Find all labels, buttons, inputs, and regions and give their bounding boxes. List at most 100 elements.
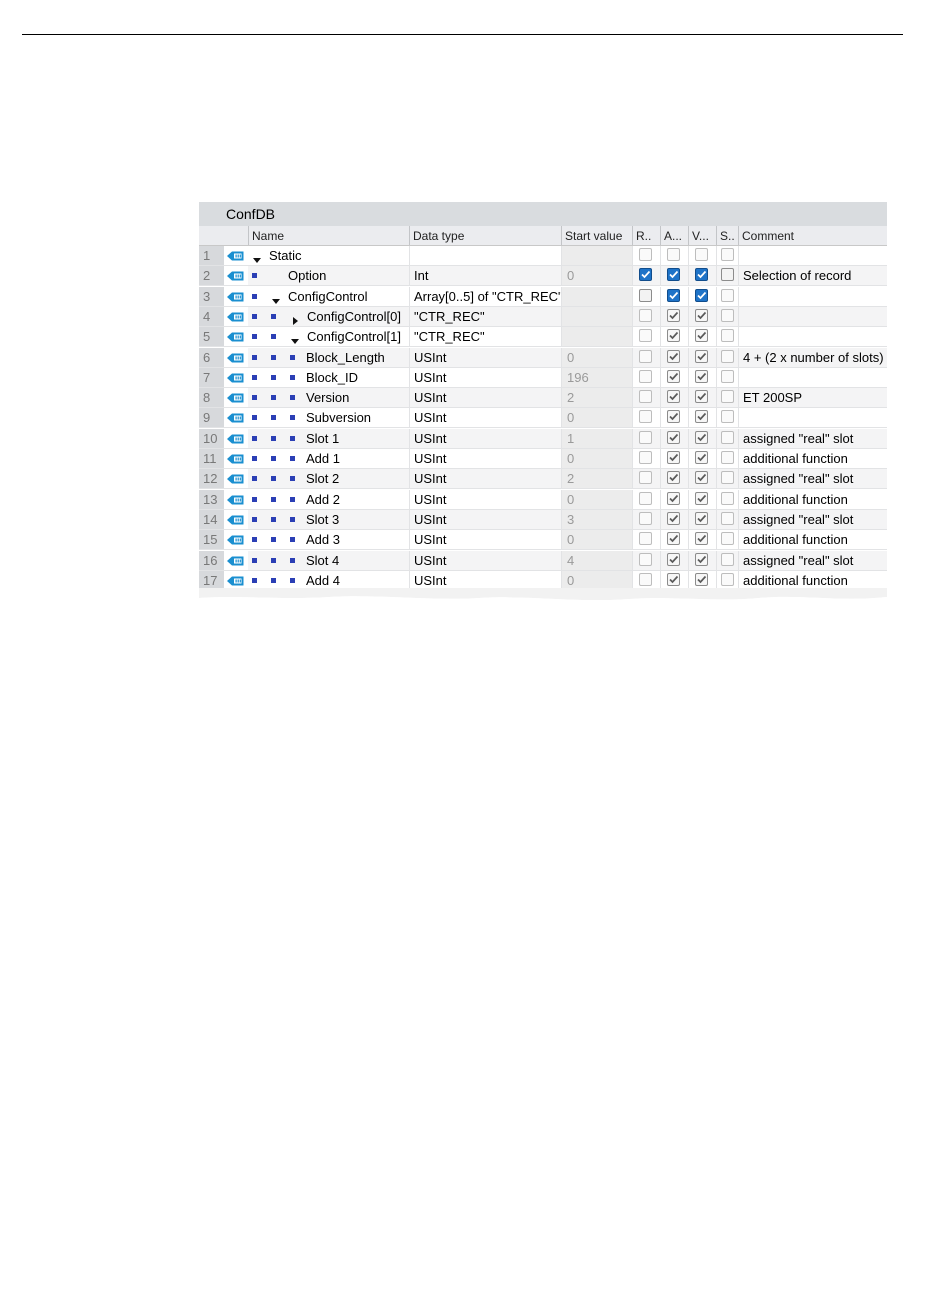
table-row[interactable]: 1 Static — [199, 246, 887, 266]
visible-checkbox[interactable] — [695, 492, 708, 505]
retain-checkbox[interactable] — [639, 248, 652, 261]
name-cell[interactable]: Add 2 — [248, 490, 409, 509]
start-value-cell[interactable]: 0 — [561, 348, 632, 367]
data-type-cell[interactable]: USInt — [409, 388, 561, 407]
accessible-checkbox[interactable] — [667, 350, 680, 363]
name-cell[interactable]: Block_ID — [248, 368, 409, 387]
name-cell[interactable]: Subversion — [248, 408, 409, 427]
data-type-cell[interactable]: USInt — [409, 551, 561, 570]
start-value-cell[interactable]: 1 — [561, 429, 632, 448]
retain-checkbox[interactable] — [639, 268, 652, 281]
setpoint-checkbox[interactable] — [721, 350, 734, 363]
data-type-cell[interactable]: USInt — [409, 348, 561, 367]
setpoint-checkbox[interactable] — [721, 451, 734, 464]
data-type-cell[interactable]: "CTR_REC" — [409, 307, 561, 326]
accessible-checkbox[interactable] — [667, 451, 680, 464]
accessible-checkbox[interactable] — [667, 553, 680, 566]
name-cell[interactable]: Slot 1 — [248, 429, 409, 448]
retain-checkbox[interactable] — [639, 370, 652, 383]
name-cell[interactable]: Version — [248, 388, 409, 407]
retain-checkbox[interactable] — [639, 410, 652, 423]
start-value-cell[interactable]: 4 — [561, 551, 632, 570]
setpoint-checkbox[interactable] — [721, 492, 734, 505]
accessible-checkbox[interactable] — [667, 471, 680, 484]
setpoint-checkbox[interactable] — [721, 553, 734, 566]
name-cell[interactable]: ConfigControl[0] — [248, 307, 409, 326]
retain-checkbox[interactable] — [639, 350, 652, 363]
table-row[interactable]: 12 Slot 2 USInt 2 assigned "real" slot — [199, 469, 887, 489]
name-cell[interactable]: Slot 4 — [248, 551, 409, 570]
comment-cell[interactable] — [738, 408, 887, 427]
setpoint-checkbox[interactable] — [721, 289, 734, 302]
accessible-checkbox[interactable] — [667, 248, 680, 261]
accessible-checkbox[interactable] — [667, 268, 680, 281]
accessible-checkbox[interactable] — [667, 512, 680, 525]
header-visible[interactable]: V... — [688, 226, 716, 245]
accessible-checkbox[interactable] — [667, 532, 680, 545]
triangle-right-icon[interactable] — [290, 312, 300, 325]
visible-checkbox[interactable] — [695, 532, 708, 545]
name-cell[interactable]: Slot 3 — [248, 510, 409, 529]
visible-checkbox[interactable] — [695, 289, 708, 302]
accessible-checkbox[interactable] — [667, 370, 680, 383]
name-cell[interactable]: Add 1 — [248, 449, 409, 468]
retain-checkbox[interactable] — [639, 329, 652, 342]
table-row[interactable]: 7 Block_ID USInt 196 — [199, 368, 887, 388]
visible-checkbox[interactable] — [695, 390, 708, 403]
header-name[interactable]: Name — [248, 226, 409, 245]
data-type-cell[interactable]: USInt — [409, 408, 561, 427]
visible-checkbox[interactable] — [695, 451, 708, 464]
retain-checkbox[interactable] — [639, 573, 652, 586]
name-cell[interactable]: Static — [248, 246, 409, 265]
comment-cell[interactable]: additional function — [738, 490, 887, 509]
retain-checkbox[interactable] — [639, 431, 652, 444]
table-row[interactable]: 5 ConfigControl[1] "CTR_REC" — [199, 327, 887, 347]
visible-checkbox[interactable] — [695, 268, 708, 281]
data-type-cell[interactable] — [409, 246, 561, 265]
visible-checkbox[interactable] — [695, 431, 708, 444]
setpoint-checkbox[interactable] — [721, 512, 734, 525]
header-comment[interactable]: Comment — [738, 226, 887, 245]
table-row[interactable]: 16 Slot 4 USInt 4 assigned "real" slot — [199, 551, 887, 571]
start-value-cell[interactable] — [561, 246, 632, 265]
comment-cell[interactable]: additional function — [738, 449, 887, 468]
visible-checkbox[interactable] — [695, 410, 708, 423]
retain-checkbox[interactable] — [639, 471, 652, 484]
comment-cell[interactable] — [738, 246, 887, 265]
header-data-type[interactable]: Data type — [409, 226, 561, 245]
accessible-checkbox[interactable] — [667, 431, 680, 444]
data-type-cell[interactable]: Array[0..5] of "CTR_REC" — [409, 287, 561, 306]
table-row[interactable]: 15 Add 3 USInt 0 additional function — [199, 530, 887, 550]
comment-cell[interactable]: assigned "real" slot — [738, 510, 887, 529]
accessible-checkbox[interactable] — [667, 390, 680, 403]
comment-cell[interactable] — [738, 307, 887, 326]
visible-checkbox[interactable] — [695, 309, 708, 322]
start-value-cell[interactable]: 0 — [561, 490, 632, 509]
retain-checkbox[interactable] — [639, 553, 652, 566]
retain-checkbox[interactable] — [639, 492, 652, 505]
start-value-cell[interactable] — [561, 307, 632, 326]
comment-cell[interactable]: ET 200SP — [738, 388, 887, 407]
visible-checkbox[interactable] — [695, 471, 708, 484]
retain-checkbox[interactable] — [639, 532, 652, 545]
start-value-cell[interactable]: 196 — [561, 368, 632, 387]
setpoint-checkbox[interactable] — [721, 248, 734, 261]
accessible-checkbox[interactable] — [667, 329, 680, 342]
data-type-cell[interactable]: Int — [409, 266, 561, 285]
retain-checkbox[interactable] — [639, 309, 652, 322]
comment-cell[interactable]: 4 + (2 x number of slots) — [738, 348, 887, 367]
comment-cell[interactable] — [738, 327, 887, 346]
start-value-cell[interactable]: 0 — [561, 266, 632, 285]
comment-cell[interactable]: assigned "real" slot — [738, 469, 887, 488]
setpoint-checkbox[interactable] — [721, 573, 734, 586]
table-row[interactable]: 6 Block_Length USInt 0 4 + (2 x number of sl… — [199, 348, 887, 368]
name-cell[interactable]: Block_Length — [248, 348, 409, 367]
start-value-cell[interactable] — [561, 287, 632, 306]
accessible-checkbox[interactable] — [667, 573, 680, 586]
start-value-cell[interactable] — [561, 327, 632, 346]
setpoint-checkbox[interactable] — [721, 532, 734, 545]
name-cell[interactable]: Slot 2 — [248, 469, 409, 488]
data-type-cell[interactable]: "CTR_REC" — [409, 327, 561, 346]
setpoint-checkbox[interactable] — [721, 329, 734, 342]
comment-cell[interactable]: additional function — [738, 530, 887, 549]
